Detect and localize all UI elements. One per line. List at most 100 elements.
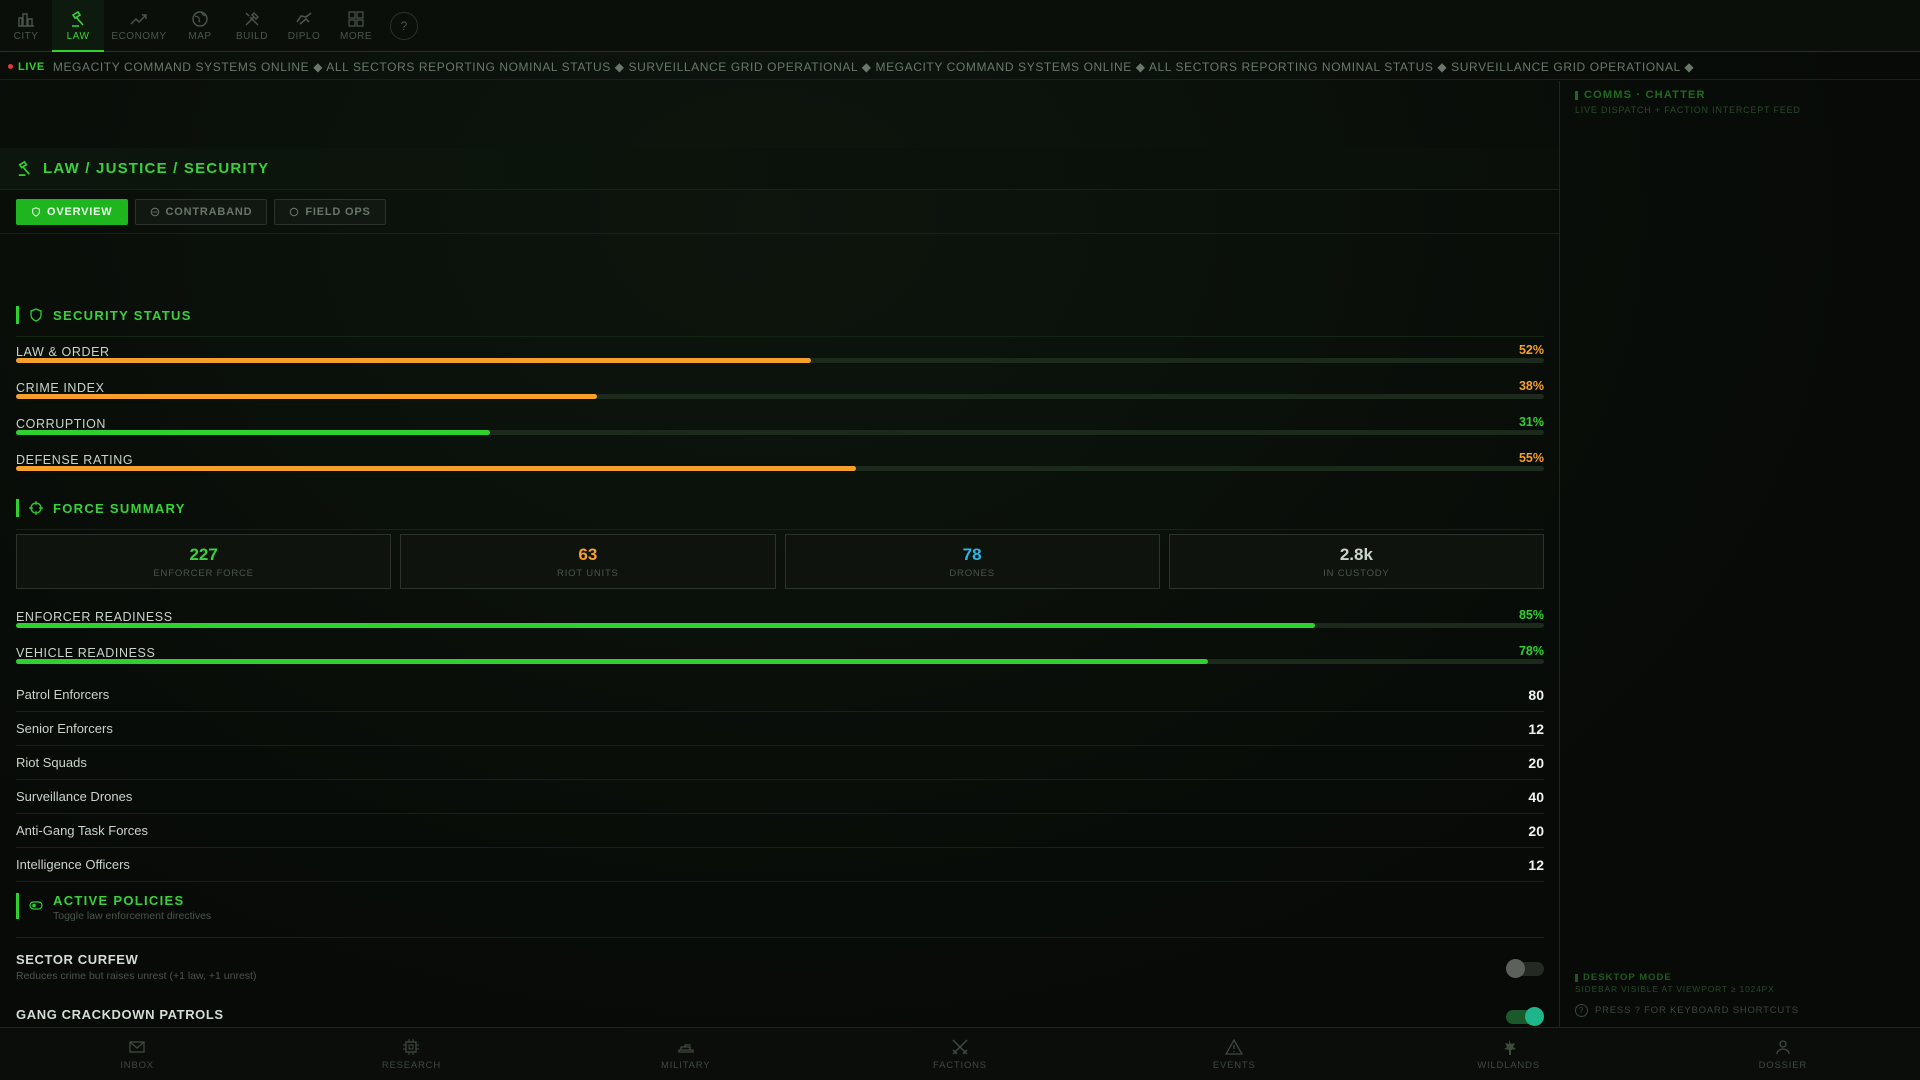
unit-value: 12 [1528, 856, 1544, 873]
tab-overview[interactable]: OVERVIEW [16, 199, 128, 225]
nav-wildlands-label: WILDLANDS [1477, 1059, 1540, 1071]
security-bar-defense-rating: DEFENSE RATING 55% [16, 451, 1544, 471]
policy-sector-curfew: SECTOR CURFEW Reduces crime but raises u… [16, 952, 1544, 982]
mail-icon [129, 1040, 145, 1053]
unit-value: 40 [1528, 788, 1544, 805]
shortcut-hint[interactable]: ? PRESS ? FOR KEYBOARD SHORTCUTS [1575, 1004, 1799, 1017]
toggle-knob [1506, 959, 1525, 978]
bar-track [16, 659, 1544, 664]
bar-fill [16, 394, 597, 399]
bottom-nav: INBOX RESEARCH MILITARY FACTIONS EVENTS … [0, 1027, 1920, 1080]
bar-track [16, 623, 1544, 628]
unit-row: Anti-Gang Task Forces 20 [16, 814, 1544, 848]
bar-track [16, 358, 1544, 363]
nav-inbox[interactable]: INBOX [0, 1028, 274, 1080]
bar-value: 38% [1518, 379, 1544, 393]
nav-wildlands[interactable]: WILDLANDS [1371, 1028, 1645, 1080]
stat-caption: IN CUSTODY [1323, 567, 1390, 579]
stat-value: 63 [578, 544, 598, 564]
nav-dossier-label: DOSSIER [1758, 1059, 1807, 1071]
nav-build[interactable]: BUILD [226, 0, 278, 51]
bar-label: CRIME INDEX [16, 381, 105, 395]
section-subtitle: Toggle law enforcement directives [53, 910, 212, 922]
gavel-icon [71, 10, 84, 27]
nav-military[interactable]: MILITARY [549, 1028, 823, 1080]
section-title: ACTIVE POLICIES [53, 893, 185, 908]
policy-description: Reduces crime but raises unrest (+1 law,… [16, 970, 257, 982]
bar-fill [16, 430, 490, 435]
stat-riot-units: 63 RIOT UNITS [400, 534, 776, 589]
tab-field-ops-label: FIELD OPS [305, 206, 371, 218]
help-button[interactable]: ? [390, 12, 418, 40]
force-summary-header: FORCE SUMMARY [16, 499, 186, 517]
trend-icon [130, 13, 147, 24]
tab-contraband[interactable]: CONTRABAND [134, 199, 268, 225]
grid-icon [348, 10, 364, 27]
unit-row: Patrol Enforcers 80 [16, 678, 1544, 712]
top-nav: CITY LAW ECONOMY MAP BUILD DIPLO MORE ? [0, 0, 1920, 52]
nav-factions[interactable]: FACTIONS [823, 1028, 1097, 1080]
nav-build-label: BUILD [236, 30, 268, 42]
leaf-icon [1503, 1039, 1516, 1055]
stat-value: 227 [189, 544, 218, 564]
shield-icon [30, 308, 42, 322]
globe-icon [192, 10, 208, 27]
unit-value: 80 [1528, 686, 1544, 703]
bar-label: CORRUPTION [16, 417, 107, 431]
comms-sidebar: COMMS · CHATTER LIVE DISPATCH + FACTION … [1561, 81, 1920, 1027]
bar-label: ENFORCER READINESS [16, 610, 173, 624]
stat-caption: ENFORCER FORCE [153, 567, 254, 579]
page-header: LAW / JUSTICE / SECURITY [0, 148, 1559, 190]
toggle-knob [1525, 1007, 1544, 1026]
policy-toggle[interactable] [1506, 959, 1544, 978]
target-icon [290, 207, 299, 217]
accent-bar [1575, 973, 1578, 982]
nav-military-label: MILITARY [661, 1059, 711, 1071]
nav-map[interactable]: MAP [174, 0, 226, 51]
main-panel: LAW / JUSTICE / SECURITY OVERVIEW CONTRA… [0, 81, 1560, 1027]
stat-value: 2.8k [1339, 544, 1373, 564]
tab-contraband-label: CONTRABAND [165, 206, 253, 218]
stat-in-custody: 2.8k IN CUSTODY [1168, 534, 1544, 589]
nav-diplo[interactable]: DIPLO [278, 0, 330, 51]
policy-title: SECTOR CURFEW [16, 952, 139, 967]
ticker-text: MEGACITY COMMAND SYSTEMS ONLINE ◆ ALL SE… [52, 59, 1695, 74]
nav-city[interactable]: CITY [0, 0, 52, 51]
live-indicator: LIVE [0, 61, 53, 73]
tank-icon [678, 1043, 694, 1053]
nav-research[interactable]: RESEARCH [274, 1028, 548, 1080]
active-policies-header: ACTIVE POLICIES Toggle law enforcement d… [16, 893, 212, 922]
section-title: SECURITY STATUS [53, 307, 192, 323]
nav-economy-label: ECONOMY [111, 30, 167, 42]
tools-icon [245, 11, 259, 25]
unit-row: Senior Enforcers 12 [16, 712, 1544, 746]
desktop-mode-subtitle: SIDEBAR VISIBLE AT VIEWPORT ≥ 1024PX [1575, 984, 1775, 994]
nav-dossier[interactable]: DOSSIER [1646, 1028, 1920, 1080]
bar-value: 55% [1518, 451, 1544, 465]
policy-toggle[interactable] [1506, 1007, 1544, 1026]
nav-research-label: RESEARCH [381, 1059, 442, 1071]
nav-economy[interactable]: ECONOMY [104, 0, 174, 51]
unit-value: 20 [1528, 754, 1544, 771]
bar-fill [16, 623, 1315, 628]
bar-track [16, 394, 1544, 399]
tab-field-ops[interactable]: FIELD OPS [274, 199, 386, 225]
stat-drones: 78 DRONES [784, 534, 1160, 589]
bar-track [16, 466, 1544, 471]
bar-label: LAW & ORDER [16, 345, 110, 359]
bar-value: 31% [1518, 415, 1544, 429]
accent-bar [1575, 90, 1578, 100]
nav-law[interactable]: LAW [52, 0, 104, 52]
nav-events[interactable]: EVENTS [1097, 1028, 1371, 1080]
unit-label: Riot Squads [16, 755, 87, 770]
desktop-mode-title: DESKTOP MODE [1575, 972, 1672, 983]
unit-value: 12 [1528, 720, 1544, 737]
force-bar-enforcer-readiness: ENFORCER READINESS 85% [16, 608, 1544, 628]
bar-track [16, 430, 1544, 435]
shield-icon [32, 207, 40, 217]
force-bar-vehicle-readiness: VEHICLE READINESS 78% [16, 644, 1544, 664]
nav-more[interactable]: MORE [330, 0, 382, 51]
security-bar-corruption: CORRUPTION 31% [16, 415, 1544, 435]
stat-caption: DRONES [949, 567, 995, 579]
crosshair-icon [29, 501, 43, 515]
